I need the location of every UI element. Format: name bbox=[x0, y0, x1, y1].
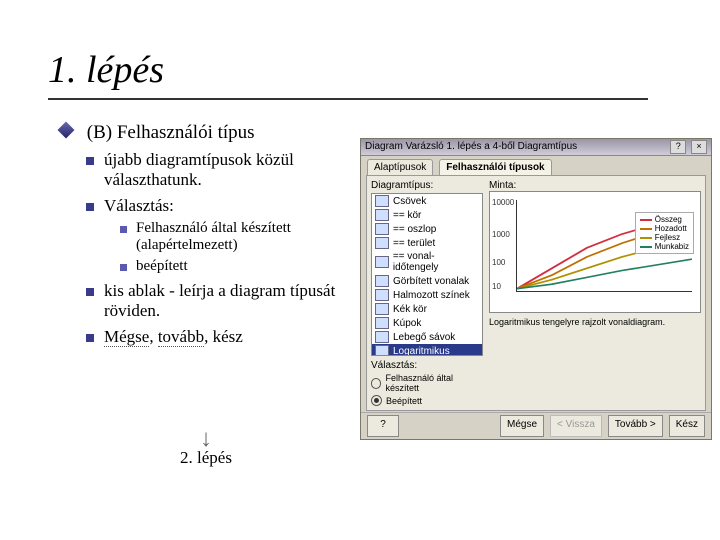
list-item: Csövek bbox=[372, 194, 482, 208]
list-item: Halmozott színek bbox=[372, 288, 482, 302]
list-item: == kör bbox=[372, 208, 482, 222]
bar-icon bbox=[375, 195, 389, 207]
chart-wizard-dialog: Diagram Varázsló 1. lépés a 4-ből Diagra… bbox=[360, 138, 712, 440]
list-item: == vonal-időtengely bbox=[372, 250, 482, 274]
list-item: Lebegő sávok bbox=[372, 330, 482, 344]
curved-icon bbox=[375, 275, 389, 287]
pie2-icon bbox=[375, 303, 389, 315]
next-step-label: 2. lépés bbox=[180, 448, 232, 467]
sample-chart: 10000 1000 100 10 Összeg Ho bbox=[489, 191, 701, 313]
chart-description: Logaritmikus tengelyre rajzolt vonaldiag… bbox=[489, 317, 701, 327]
timeline-icon bbox=[375, 256, 389, 268]
chart-type-label: Diagramtípus: bbox=[371, 180, 483, 191]
pie-icon bbox=[375, 237, 389, 249]
chart-legend: Összeg Hozadott Fejlesz Munkabiz bbox=[635, 212, 694, 254]
bullet-level2: Választás: bbox=[86, 196, 360, 216]
l1-text: (B) Felhasználói típus bbox=[87, 122, 255, 143]
list-item: Kék kör bbox=[372, 302, 482, 316]
list-item: == terület bbox=[372, 236, 482, 250]
bullet-level2: újabb diagramtípusok közül választhatunk… bbox=[86, 150, 360, 190]
radio-builtin[interactable]: Beépített bbox=[371, 395, 483, 406]
next-step-indicator: ↓ 2. lépés bbox=[180, 430, 232, 468]
arrow-down-icon: ↓ bbox=[180, 430, 232, 448]
list-item-selected: Logaritmikus bbox=[372, 344, 482, 356]
selection-label: Választás: bbox=[371, 360, 483, 371]
sample-column: Minta: 10000 1000 100 10 bbox=[489, 180, 701, 406]
bullet-level3: Felhasználó által készített (alapértelme… bbox=[120, 220, 360, 254]
list-item: Görbített vonalak bbox=[372, 274, 482, 288]
help-button[interactable]: ? bbox=[367, 415, 399, 437]
log-icon bbox=[375, 345, 389, 356]
radio-user-built[interactable]: Felhasználó által készített bbox=[371, 373, 483, 393]
tabs: Alaptípusok Felhasználói típusok bbox=[361, 156, 711, 175]
next-button[interactable]: Tovább > bbox=[608, 415, 663, 437]
tab-standard-types[interactable]: Alaptípusok bbox=[367, 159, 433, 175]
titlebar: Diagram Varázsló 1. lépés a 4-ből Diagra… bbox=[361, 139, 711, 156]
tab-custom-types[interactable]: Felhasználói típusok bbox=[439, 159, 551, 175]
page-title: 1. lépés bbox=[48, 48, 648, 100]
content-body: (B) Felhasználói típus újabb diagramtípu… bbox=[60, 122, 360, 349]
bullet-level3: beépített bbox=[120, 258, 360, 275]
close-icon[interactable]: × bbox=[691, 140, 707, 154]
chart-type-column: Diagramtípus: Csövek == kör == oszlop ==… bbox=[371, 180, 483, 406]
button-row: ? Mégse < Vissza Tovább > Kész bbox=[361, 412, 711, 439]
titlebar-text: Diagram Varázsló 1. lépés a 4-ből Diagra… bbox=[365, 139, 577, 155]
cone-icon bbox=[375, 317, 389, 329]
list-item: == oszlop bbox=[372, 222, 482, 236]
bullet-level2: Mégse, tovább, kész bbox=[86, 327, 360, 347]
bullet-level1: (B) Felhasználói típus bbox=[60, 122, 360, 144]
list-item: Kúpok bbox=[372, 316, 482, 330]
line-icon bbox=[375, 209, 389, 221]
chart-type-list[interactable]: Csövek == kör == oszlop == terület == vo… bbox=[371, 193, 483, 356]
sample-label: Minta: bbox=[489, 180, 701, 191]
help-icon[interactable]: ? bbox=[670, 140, 686, 154]
diamond-bullet-icon bbox=[58, 122, 75, 139]
column-icon bbox=[375, 223, 389, 235]
back-button: < Vissza bbox=[550, 415, 602, 437]
cancel-button[interactable]: Mégse bbox=[500, 415, 544, 437]
floating-icon bbox=[375, 331, 389, 343]
stacked-icon bbox=[375, 289, 389, 301]
bullet-level2: kis ablak - leírja a diagram típusát röv… bbox=[86, 281, 360, 321]
finish-button[interactable]: Kész bbox=[669, 415, 705, 437]
